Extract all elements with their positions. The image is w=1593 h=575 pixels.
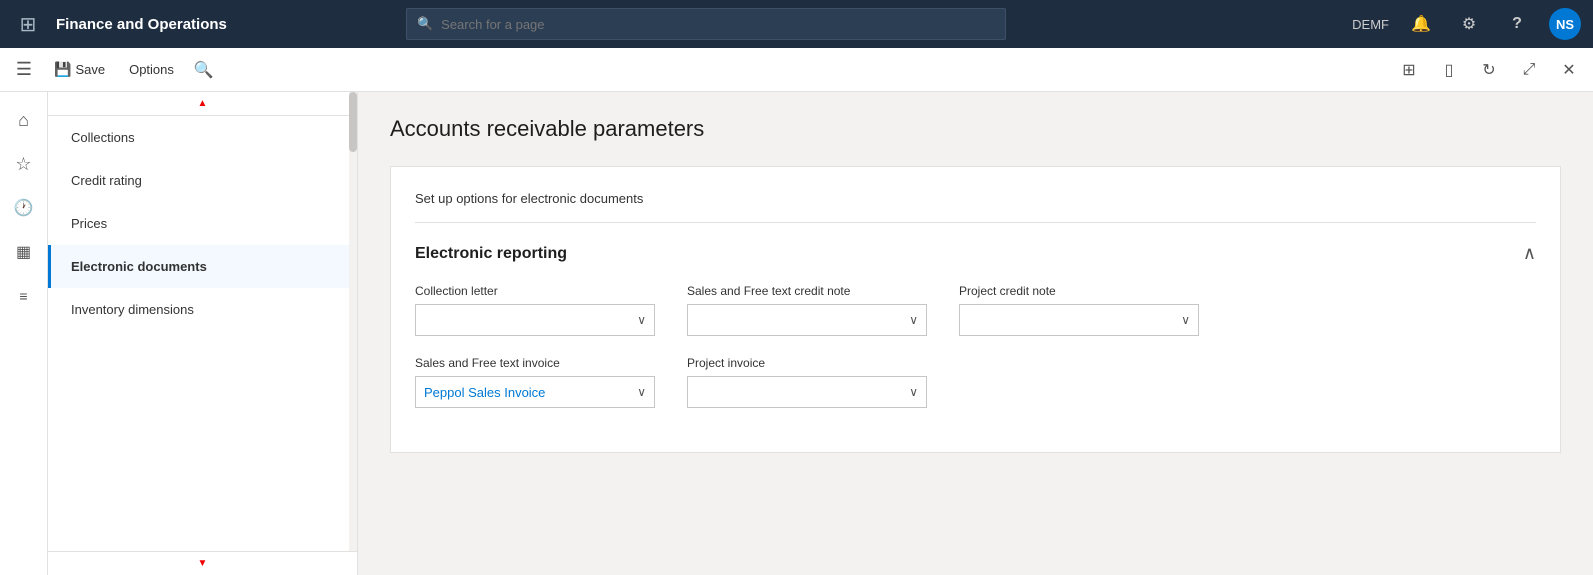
project-invoice-label: Project invoice [687, 356, 927, 370]
collection-letter-group: Collection letter ∨ [415, 284, 655, 336]
section-subtitle: Set up options for electronic documents [415, 191, 1536, 206]
settings-button[interactable]: ⚙ [1453, 8, 1485, 40]
sales-free-text-invoice-value: Peppol Sales Invoice [424, 385, 637, 400]
nav-item-prices[interactable]: Prices [48, 202, 357, 245]
save-button[interactable]: 💾 Save [44, 57, 115, 82]
home-icon-button[interactable]: ⌂ [4, 100, 44, 140]
project-invoice-group: Project invoice ∨ [687, 356, 927, 408]
nav-scroll-area: ▲ Collections Credit rating Prices Elect… [48, 92, 357, 551]
sales-free-text-credit-note-select[interactable]: ∨ [687, 304, 927, 336]
action-bar: ☰ 💾 Save Options 🔍 ⊞ ▯ ↻ ⤢ ✕ [0, 48, 1593, 92]
top-navigation: ⊞ Finance and Operations 🔍 DEMF 🔔 ⚙ ? NS [0, 0, 1593, 48]
nav-item-inventory-dimensions[interactable]: Inventory dimensions [48, 288, 357, 331]
customize-button[interactable]: ⊞ [1393, 54, 1425, 86]
search-input[interactable] [441, 17, 995, 32]
collection-letter-label: Collection letter [415, 284, 655, 298]
sidebar-icon-panel: ⌂ ☆ 🕐 ▦ ≡ [0, 92, 48, 575]
options-button[interactable]: Options [119, 58, 184, 81]
scrollbar-thumb[interactable] [349, 92, 357, 152]
search-icon: 🔍 [417, 16, 433, 32]
nav-item-credit-rating[interactable]: Credit rating [48, 159, 357, 202]
sales-free-text-credit-note-chevron: ∨ [909, 313, 918, 327]
user-avatar[interactable]: NS [1549, 8, 1581, 40]
collection-letter-select[interactable]: ∨ [415, 304, 655, 336]
close-button[interactable]: ✕ [1553, 54, 1585, 86]
project-invoice-select[interactable]: ∨ [687, 376, 927, 408]
workspaces-icon-button[interactable]: ▦ [4, 232, 44, 272]
sales-free-text-credit-note-group: Sales and Free text credit note ∨ [687, 284, 927, 336]
scroll-down-button[interactable]: ▼ [48, 551, 357, 575]
project-credit-note-label: Project credit note [959, 284, 1199, 298]
sales-free-text-invoice-select[interactable]: Peppol Sales Invoice ∨ [415, 376, 655, 408]
recent-icon-button[interactable]: 🕐 [4, 188, 44, 228]
action-bar-right: ⊞ ▯ ↻ ⤢ ✕ [1393, 54, 1585, 86]
refresh-button[interactable]: ↻ [1473, 54, 1505, 86]
form-row-2: Sales and Free text invoice Peppol Sales… [415, 356, 1536, 408]
help-button[interactable]: ? [1501, 8, 1533, 40]
save-icon: 💾 [54, 61, 71, 78]
left-nav-panel: ▲ Collections Credit rating Prices Elect… [48, 92, 358, 575]
project-invoice-chevron: ∨ [909, 385, 918, 399]
nav-toggle-button[interactable]: ☰ [8, 54, 40, 86]
notifications-button[interactable]: 🔔 [1405, 8, 1437, 40]
apps-menu-button[interactable]: ⊞ [12, 8, 44, 40]
project-credit-note-select[interactable]: ∨ [959, 304, 1199, 336]
collection-letter-chevron: ∨ [637, 313, 646, 327]
global-search[interactable]: 🔍 [406, 8, 1006, 40]
main-layout: ⌂ ☆ 🕐 ▦ ≡ ▲ Collections Credit rating Pr… [0, 92, 1593, 575]
section-collapse-button[interactable]: ∧ [1523, 243, 1536, 264]
sales-free-text-invoice-group: Sales and Free text invoice Peppol Sales… [415, 356, 655, 408]
project-credit-note-group: Project credit note ∨ [959, 284, 1199, 336]
form-row-1: Collection letter ∨ Sales and Free text … [415, 284, 1536, 336]
section-title: Electronic reporting [415, 245, 567, 263]
project-credit-note-chevron: ∨ [1181, 313, 1190, 327]
section-divider [415, 222, 1536, 223]
favorites-icon-button[interactable]: ☆ [4, 144, 44, 184]
page-title: Accounts receivable parameters [390, 116, 1561, 142]
app-title: Finance and Operations [56, 16, 227, 33]
sales-free-text-invoice-label: Sales and Free text invoice [415, 356, 655, 370]
nav-item-collections[interactable]: Collections [48, 116, 357, 159]
scrollbar-track [349, 92, 357, 551]
split-view-button[interactable]: ▯ [1433, 54, 1465, 86]
nav-right-controls: DEMF 🔔 ⚙ ? NS [1352, 8, 1581, 40]
content-area: Accounts receivable parameters Set up op… [358, 92, 1593, 575]
content-card: Set up options for electronic documents … [390, 166, 1561, 453]
modules-icon-button[interactable]: ≡ [4, 276, 44, 316]
company-label[interactable]: DEMF [1352, 17, 1389, 32]
nav-item-electronic-documents[interactable]: Electronic documents [48, 245, 357, 288]
section-header: Electronic reporting ∧ [415, 243, 1536, 264]
expand-button[interactable]: ⤢ [1513, 54, 1545, 86]
scroll-up-button[interactable]: ▲ [48, 92, 357, 116]
sales-free-text-invoice-chevron: ∨ [637, 385, 646, 399]
search-bar-button[interactable]: 🔍 [188, 54, 220, 86]
sales-free-text-credit-note-label: Sales and Free text credit note [687, 284, 927, 298]
